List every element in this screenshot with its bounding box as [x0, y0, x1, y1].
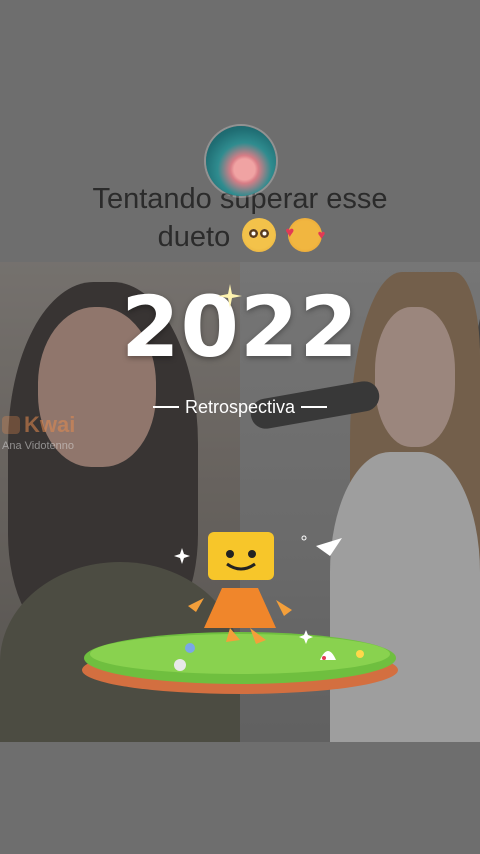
retrospective-label: Retrospectiva	[184, 397, 296, 417]
smiling-face-with-hearts-emoji-icon	[285, 214, 325, 254]
mascot-on-grass-illustration	[82, 532, 398, 694]
caption-line-2: dueto	[157, 221, 231, 253]
kwai-logo-icon	[2, 416, 20, 434]
profile-avatar[interactable]	[206, 126, 276, 196]
flushed-face-emoji-icon	[242, 218, 277, 252]
kwai-watermark: Kwai Ana Vidotenno	[2, 412, 75, 452]
sparkle-icon	[218, 284, 242, 308]
watermark-username: Ana Vidotenno	[2, 440, 74, 452]
retrospective-subtitle: Retrospectiva	[0, 397, 480, 418]
